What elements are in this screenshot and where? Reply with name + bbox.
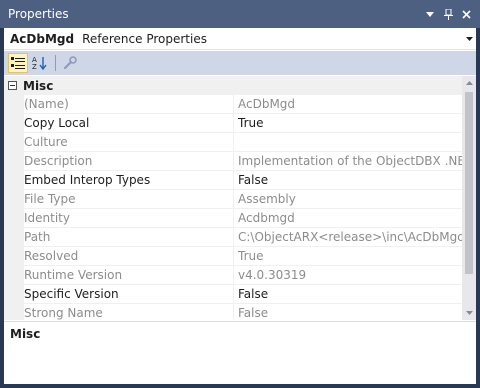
description-panel: Misc: [4, 321, 476, 384]
property-row[interactable]: Identity Acdbmgd: [4, 209, 462, 228]
row-gutter: [4, 304, 24, 320]
property-value: Assembly: [238, 192, 296, 206]
scroll-up-arrow-icon[interactable]: [462, 76, 476, 90]
alphabetical-button[interactable]: A Z: [30, 53, 50, 73]
property-pages-button[interactable]: [60, 53, 80, 73]
property-value: True: [238, 249, 264, 263]
property-rows: (Name) AcDbMgd Copy Local True Culture Descri…: [4, 95, 462, 320]
property-row[interactable]: (Name) AcDbMgd: [4, 95, 462, 114]
toolbar-separator: [55, 55, 56, 71]
row-gutter: [4, 114, 24, 132]
property-value[interactable]: False: [234, 285, 462, 303]
property-row[interactable]: Path C:\ObjectARX<release>\inc\AcDbMgd.dl…: [4, 228, 462, 247]
property-name: Path: [24, 228, 234, 246]
properties-window: Properties AcDbMgd Reference Properties: [0, 0, 480, 388]
row-gutter: [4, 171, 24, 189]
category-label: Misc: [23, 78, 54, 93]
property-name: Identity: [24, 209, 234, 227]
property-row[interactable]: Copy Local True: [4, 114, 462, 133]
object-type: Reference Properties: [82, 31, 207, 46]
scroll-down-arrow-icon[interactable]: [462, 306, 476, 320]
property-value: AcDbMgd: [238, 97, 296, 111]
scrollbar-thumb[interactable]: [465, 92, 473, 274]
wrench-icon: [63, 56, 77, 70]
row-gutter: [4, 95, 24, 113]
property-name: Culture: [24, 133, 234, 151]
window-title: Properties: [8, 7, 69, 21]
property-value: [234, 133, 462, 151]
property-name: Strong Name: [24, 304, 234, 320]
property-name: Resolved: [24, 247, 234, 265]
chevron-down-icon[interactable]: [462, 34, 476, 43]
property-row[interactable]: Culture: [4, 133, 462, 152]
vertical-scrollbar[interactable]: [462, 76, 476, 320]
property-row[interactable]: Resolved True: [4, 247, 462, 266]
object-selector[interactable]: AcDbMgd Reference Properties: [4, 28, 476, 50]
object-name: AcDbMgd: [10, 31, 75, 46]
property-name: (Name): [24, 95, 234, 113]
property-row[interactable]: Strong Name False: [4, 304, 462, 320]
description-title: Misc: [10, 327, 41, 341]
property-name: File Type: [24, 190, 234, 208]
row-gutter: [4, 266, 24, 284]
categorized-button[interactable]: [8, 53, 28, 73]
row-gutter: [4, 133, 24, 151]
property-name: Runtime Version: [24, 266, 234, 284]
property-value[interactable]: False: [234, 171, 462, 189]
property-value: False: [238, 306, 269, 320]
property-name: Specific Version: [24, 285, 234, 303]
svg-text:Z: Z: [32, 63, 37, 70]
alphabetical-icon: A Z: [32, 56, 47, 70]
titlebar[interactable]: Properties: [0, 0, 480, 28]
property-value: v4.0.30319: [238, 268, 307, 282]
property-grid: Misc (Name) AcDbMgd Copy Local True Culture D…: [4, 76, 462, 320]
category-header[interactable]: Misc: [4, 76, 462, 95]
row-gutter: [4, 228, 24, 246]
chevron-down-icon[interactable]: [422, 6, 438, 22]
property-row[interactable]: Description Implementation of the ObjectD…: [4, 152, 462, 171]
collapse-icon[interactable]: [8, 81, 17, 90]
close-icon[interactable]: [458, 6, 474, 22]
properties-toolbar: A Z: [4, 51, 476, 75]
property-row[interactable]: Embed Interop Types False: [4, 171, 462, 190]
property-row[interactable]: File Type Assembly: [4, 190, 462, 209]
row-gutter: [4, 247, 24, 265]
property-name: Embed Interop Types: [24, 171, 234, 189]
property-value: Implementation of the ObjectDBX .NET M: [238, 154, 462, 168]
property-value[interactable]: True: [234, 114, 462, 132]
properties-content: AcDbMgd Reference Properties A Z Misc (N…: [4, 28, 476, 384]
property-row[interactable]: Specific Version False: [4, 285, 462, 304]
property-name: Copy Local: [24, 114, 234, 132]
row-gutter: [4, 285, 24, 303]
property-row[interactable]: Runtime Version v4.0.30319: [4, 266, 462, 285]
row-gutter: [4, 209, 24, 227]
categorized-icon: [11, 57, 25, 69]
row-gutter: [4, 152, 24, 170]
row-gutter: [4, 190, 24, 208]
pin-icon[interactable]: [440, 6, 456, 22]
property-value: Acdbmgd: [238, 211, 295, 225]
property-value: C:\ObjectARX<release>\inc\AcDbMgd.dll: [238, 230, 462, 244]
property-name: Description: [24, 152, 234, 170]
